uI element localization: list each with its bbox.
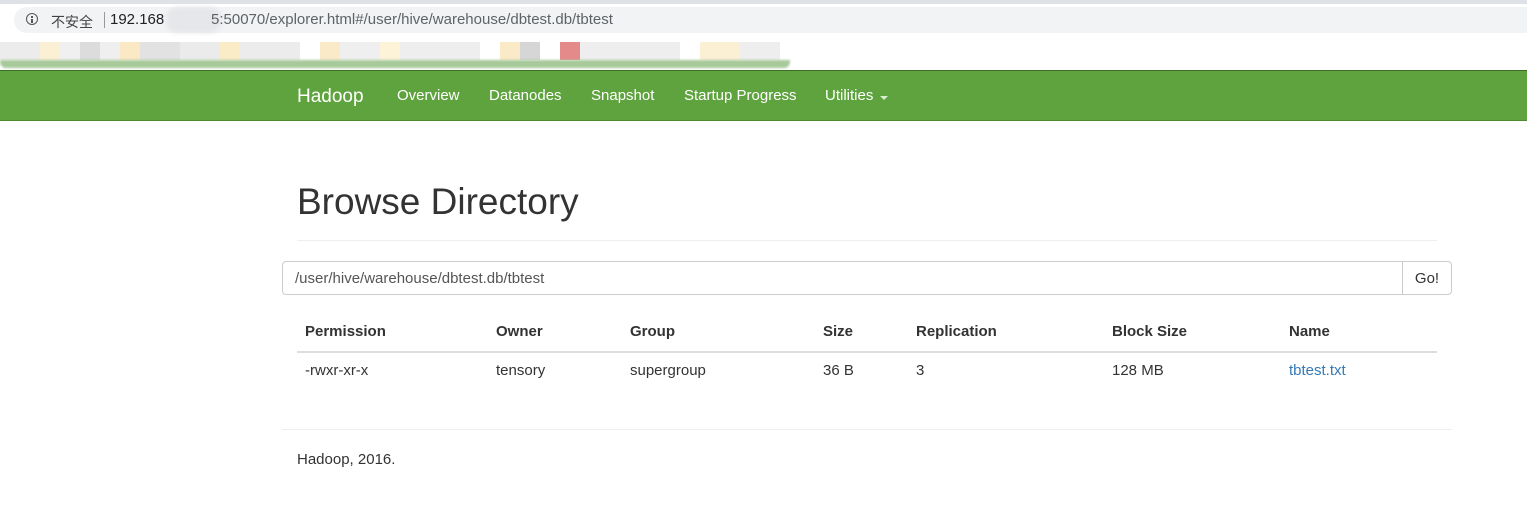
nav-link-startup-progress[interactable]: Startup Progress [684, 87, 797, 104]
nav-link-datanodes[interactable]: Datanodes [489, 87, 562, 104]
column-header-group[interactable]: Group [630, 323, 675, 340]
file-name-link[interactable]: tbtest.txt [1289, 362, 1346, 379]
nav-link-overview[interactable]: Overview [397, 87, 460, 104]
redacted-bookmark [240, 42, 300, 60]
redacted-bookmark [80, 42, 100, 60]
footer-divider [282, 429, 1452, 430]
redacted-bookmark [500, 42, 520, 60]
info-icon[interactable] [26, 13, 38, 25]
address-bar[interactable]: 不安全 192.168 5:50070/explorer.html#/user/… [14, 7, 1527, 33]
redacted-bookmark [740, 42, 780, 60]
footer-copyright: Hadoop, 2016. [297, 451, 396, 468]
redacted-bookmark [400, 42, 480, 60]
title-divider [297, 240, 1437, 241]
url-host[interactable]: 192.168 [110, 11, 164, 28]
navbar-brand[interactable]: Hadoop [297, 86, 364, 108]
redacted-bookmark [180, 42, 220, 60]
redacted-bookmark [580, 42, 680, 60]
cell-replication: 3 [916, 362, 925, 379]
column-header-block-size[interactable]: Block Size [1112, 323, 1187, 340]
redacted-bookmark [380, 42, 400, 60]
navbar: Hadoop Overview Datanodes Snapshot Start… [0, 70, 1527, 121]
go-button[interactable]: Go! [1402, 261, 1452, 295]
column-header-replication[interactable]: Replication [916, 323, 997, 340]
cell-owner: tensory [496, 362, 546, 379]
page-title: Browse Directory [297, 181, 579, 222]
directory-path-input[interactable] [282, 261, 1403, 295]
redacted-bookmark [700, 42, 740, 60]
redacted-bookmark [0, 42, 40, 60]
column-header-permission[interactable]: Permission [305, 323, 386, 340]
browser-tab-strip [0, 0, 1527, 4]
redacted-bookmark [320, 42, 340, 60]
redacted-bookmark [140, 42, 180, 60]
column-header-size[interactable]: Size [823, 323, 853, 340]
redacted-bookmark [40, 42, 60, 60]
redacted-bookmark [520, 42, 540, 60]
redaction-stroke [0, 60, 790, 68]
redacted-bookmark [340, 42, 380, 60]
nav-dropdown-utilities[interactable]: Utilities [825, 87, 873, 104]
column-header-owner[interactable]: Owner [496, 323, 543, 340]
cell-block-size: 128 MB [1112, 362, 1164, 379]
cell-permission: -rwxr-xr-x [305, 362, 369, 379]
security-label[interactable]: 不安全 [51, 12, 93, 32]
address-separator [104, 12, 105, 28]
column-header-name[interactable]: Name [1289, 323, 1330, 340]
redacted-bookmark [220, 42, 240, 60]
redacted-bookmark [560, 42, 580, 60]
url-path[interactable]: 5:50070/explorer.html#/user/hive/warehou… [211, 11, 613, 28]
redacted-bookmark [120, 42, 140, 60]
caret-down-icon[interactable] [880, 96, 888, 100]
redacted-bookmark [100, 42, 120, 60]
cell-size: 36 B [823, 362, 854, 379]
nav-link-snapshot[interactable]: Snapshot [591, 87, 654, 104]
table-header-divider [297, 351, 1437, 353]
redacted-bookmark [60, 42, 80, 60]
bookmarks-bar-redacted [0, 38, 790, 68]
cell-group: supergroup [630, 362, 706, 379]
